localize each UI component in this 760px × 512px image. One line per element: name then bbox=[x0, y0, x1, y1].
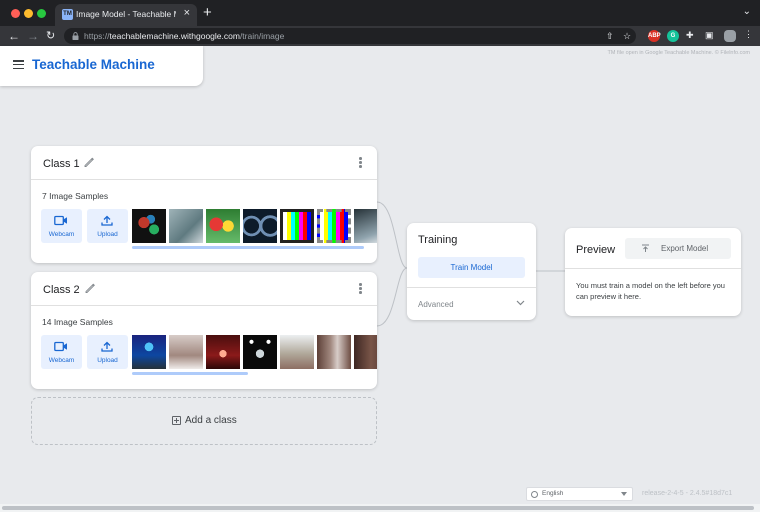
upload-button[interactable]: Upload bbox=[87, 335, 128, 369]
adblock-extension-icon[interactable]: ABP bbox=[648, 30, 661, 42]
sample-image[interactable] bbox=[243, 209, 277, 243]
class-name[interactable]: Class 2 bbox=[43, 284, 80, 296]
sample-image[interactable] bbox=[280, 209, 314, 243]
tab-close-icon[interactable]: × bbox=[184, 7, 190, 19]
horizontal-scrollbar[interactable] bbox=[0, 504, 760, 512]
lock-icon bbox=[72, 32, 79, 40]
export-upload-icon bbox=[642, 244, 649, 252]
page: TM file open in Google Teachable Machine… bbox=[0, 46, 760, 512]
forward-icon[interactable]: → bbox=[27, 28, 39, 44]
divider bbox=[407, 287, 536, 288]
minimize-window-button[interactable] bbox=[24, 9, 33, 18]
upload-icon bbox=[101, 341, 113, 352]
scrollbar-thumb[interactable] bbox=[2, 506, 754, 510]
tab-favicon-icon: TM bbox=[62, 9, 73, 20]
sample-count: 7 Image Samples bbox=[42, 191, 109, 201]
preview-title: Preview bbox=[576, 244, 616, 256]
address-url: https://teachablemachine.withgoogle.com/… bbox=[84, 31, 285, 41]
sample-count: 14 Image Samples bbox=[42, 317, 113, 327]
thumbnails-scrollbar[interactable] bbox=[132, 246, 364, 249]
tab-title: Image Model - Teachable Machi bbox=[76, 9, 176, 19]
sample-image[interactable] bbox=[132, 335, 166, 369]
chevron-down-icon[interactable] bbox=[516, 300, 525, 306]
back-icon[interactable]: ← bbox=[8, 28, 20, 44]
new-tab-icon[interactable]: + bbox=[203, 5, 212, 21]
sample-image[interactable] bbox=[354, 209, 377, 243]
globe-icon bbox=[531, 491, 538, 498]
videocam-icon bbox=[54, 341, 67, 352]
maximize-window-button[interactable] bbox=[37, 9, 46, 18]
tab-search-chevron-icon[interactable]: ⌄ bbox=[743, 6, 751, 17]
advanced-toggle[interactable]: Advanced bbox=[418, 300, 454, 309]
bookmark-star-icon[interactable]: ☆ bbox=[623, 31, 631, 42]
sample-image[interactable] bbox=[169, 209, 203, 243]
edit-pencil-icon[interactable] bbox=[83, 156, 95, 168]
training-card: Training Train Model Advanced bbox=[407, 223, 536, 320]
add-class-label: Add a class bbox=[185, 415, 237, 426]
upload-button[interactable]: Upload bbox=[87, 209, 128, 243]
sample-image[interactable] bbox=[317, 335, 351, 369]
sample-image[interactable] bbox=[317, 209, 351, 243]
preview-message: You must train a model on the left befor… bbox=[576, 281, 725, 301]
class-card-1: Class 1 7 Image Samples Webcam Upload bbox=[31, 146, 377, 263]
videocam-icon bbox=[54, 215, 67, 226]
grammarly-extension-icon[interactable]: G bbox=[667, 30, 679, 42]
webcam-button[interactable]: Webcam bbox=[41, 335, 82, 369]
sample-image[interactable] bbox=[169, 335, 203, 369]
sample-image[interactable] bbox=[243, 335, 277, 369]
sample-image[interactable] bbox=[206, 209, 240, 243]
upload-icon bbox=[101, 215, 113, 226]
share-icon[interactable]: ⇧ bbox=[606, 31, 614, 42]
sample-image[interactable] bbox=[132, 209, 166, 243]
divider bbox=[565, 268, 741, 269]
close-window-button[interactable] bbox=[11, 9, 20, 18]
dropdown-arrow-icon bbox=[621, 492, 627, 496]
sample-image[interactable] bbox=[354, 335, 377, 369]
class-card-header: Class 1 bbox=[31, 146, 377, 180]
extensions-puzzle-icon[interactable]: ✚ bbox=[686, 30, 694, 41]
address-bar[interactable]: https://teachablemachine.withgoogle.com/… bbox=[64, 28, 636, 44]
browser-tab-bar: TM Image Model - Teachable Machi × + ⌄ bbox=[0, 0, 760, 26]
class-card-header: Class 2 bbox=[31, 272, 377, 306]
export-model-button[interactable]: Export Model bbox=[625, 238, 731, 259]
version-text: release-2-4-5 - 2.4.5#18d7c1 bbox=[642, 490, 733, 497]
add-class-button[interactable]: Add a class bbox=[31, 397, 377, 445]
add-box-icon bbox=[172, 416, 181, 425]
language-select[interactable]: English bbox=[526, 487, 633, 501]
webcam-button[interactable]: Webcam bbox=[41, 209, 82, 243]
sample-thumbnails[interactable] bbox=[132, 335, 377, 369]
profile-avatar[interactable] bbox=[724, 30, 736, 42]
class-options-icon[interactable] bbox=[359, 157, 362, 169]
sample-image[interactable] bbox=[280, 335, 314, 369]
class-options-icon[interactable] bbox=[359, 283, 362, 295]
sample-thumbnails[interactable] bbox=[132, 209, 377, 243]
thumbnails-scrollbar[interactable] bbox=[132, 372, 248, 375]
class-name[interactable]: Class 1 bbox=[43, 158, 80, 170]
preview-card: Preview Export Model You must train a mo… bbox=[565, 228, 741, 316]
browser-menu-icon[interactable]: ⋮ bbox=[744, 29, 753, 40]
browser-toolbar: ← → ↻ https://teachablemachine.withgoogl… bbox=[0, 26, 760, 46]
sample-image[interactable] bbox=[206, 335, 240, 369]
training-title: Training bbox=[418, 234, 458, 246]
browser-tab[interactable]: TM Image Model - Teachable Machi × bbox=[55, 4, 197, 26]
reload-icon[interactable]: ↻ bbox=[46, 28, 55, 44]
class-card-2: Class 2 14 Image Samples Webcam Upload bbox=[31, 272, 377, 389]
language-value: English bbox=[542, 490, 564, 497]
side-panel-icon[interactable]: ▣ bbox=[705, 30, 714, 41]
edit-pencil-icon[interactable] bbox=[84, 282, 96, 294]
train-model-button[interactable]: Train Model bbox=[418, 257, 525, 278]
